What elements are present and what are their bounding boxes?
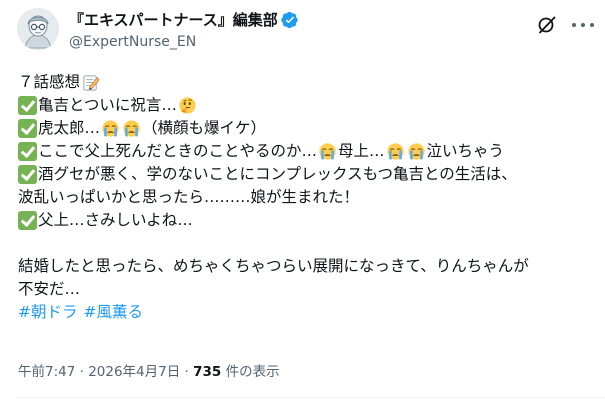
- tweet-line: 虎太郎… （横顔も爆イケ）: [18, 117, 593, 140]
- tweet-time[interactable]: 午前7:47: [18, 364, 75, 380]
- check-mark-emoji-icon: [18, 165, 37, 184]
- tweet-text-segment: 結婚したと思ったら、めちゃくちゃつらい展開になっきて、りんちゃんが: [18, 257, 529, 275]
- tweet-line: ここで父上死んだときのことやるのか… 母上… 泣いちゃう: [18, 140, 593, 163]
- crying-face-emoji-icon: [319, 143, 336, 160]
- tweet-line: ７話感想: [18, 71, 593, 94]
- tweet-text-segment: （横顔も爆イケ）: [142, 119, 267, 137]
- more-dot: [581, 23, 585, 27]
- tweet-line: 亀吉とついに祝言…: [18, 94, 593, 117]
- handle[interactable]: @ExpertNurse_EN: [69, 32, 299, 52]
- tweet-text-segment: 波乱いっぱいかと思ったら………娘が生まれた！: [18, 188, 360, 206]
- tweet-text-segment: 父上…さみしいよね…: [38, 211, 193, 229]
- tweet-line: 酒グセが悪く、学のないことにコンプレックスもつ亀吉との生活は、: [18, 163, 593, 186]
- tweet-line: 父上…さみしいよね…: [18, 209, 593, 232]
- tweet-text-segment: 虎太郎…: [38, 119, 101, 137]
- tweet-text-segment: ７話感想: [18, 73, 81, 91]
- divider: [17, 397, 605, 398]
- grok-icon[interactable]: [537, 15, 557, 35]
- views-label: 件の表示: [221, 364, 280, 380]
- check-mark-emoji-icon: [18, 142, 37, 161]
- thinking-face-emoji-icon: [179, 97, 196, 114]
- tweet-text-segment: 不安だ…: [18, 280, 81, 298]
- tweet-text-segment: ここで父上死んだときのことやるのか…: [38, 142, 318, 160]
- crying-face-emoji-icon: [123, 120, 140, 137]
- tweet-line: 不安だ…: [18, 278, 593, 301]
- hashtag-link[interactable]: #風薫る: [84, 301, 144, 324]
- more-dot: [590, 23, 594, 27]
- check-mark-emoji-icon: [18, 96, 37, 115]
- meta-separator: ·: [180, 364, 194, 380]
- hashtags-row: #朝ドラ #風薫る: [18, 301, 593, 324]
- memo-emoji-icon: [83, 75, 100, 91]
- crying-face-emoji-icon: [407, 143, 425, 160]
- meta-separator: ·: [75, 364, 89, 380]
- tweet-date[interactable]: 2026年4月7日: [88, 364, 180, 380]
- tweet-text-segment: 母上…: [338, 142, 385, 160]
- tweet-text-segment: 酒グセが悪く、学のないことにコンプレックスもつ亀吉との生活は、: [38, 165, 517, 183]
- tweet-line: 波乱いっぱいかと思ったら………娘が生まれた！: [18, 186, 593, 209]
- tweet-line: 結婚したと思ったら、めちゃくちゃつらい展開になっきて、りんちゃんが: [18, 255, 593, 278]
- more-dot: [572, 23, 576, 27]
- check-mark-emoji-icon: [18, 119, 37, 138]
- more-options-icon[interactable]: [572, 15, 594, 35]
- tweet-text-segment: 亀吉とついに祝言…: [38, 96, 177, 114]
- crying-face-emoji-icon: [102, 120, 119, 137]
- hashtag-link[interactable]: #朝ドラ: [18, 301, 78, 324]
- verified-badge-icon[interactable]: [281, 11, 299, 29]
- display-name-row: 『エキスパートナース』編集部: [69, 10, 299, 30]
- tweet-text: ７話感想 亀吉とついに祝言… 虎太郎… （横顔も爆イケ） ここで父上死んだときの…: [18, 71, 593, 324]
- author-block: 『エキスパートナース』編集部 @ExpertNurse_EN: [69, 10, 299, 52]
- tweet-meta: 午前7:47 · 2026年4月7日 · 735 件の表示: [18, 362, 280, 382]
- avatar-illustration-icon: [17, 8, 59, 50]
- crying-face-emoji-icon: [386, 143, 404, 160]
- tweet-text-segment: 泣いちゃう: [426, 142, 505, 160]
- views-count: 735: [193, 364, 222, 380]
- avatar[interactable]: [17, 8, 59, 50]
- display-name[interactable]: 『エキスパートナース』編集部: [69, 10, 278, 30]
- check-mark-emoji-icon: [18, 211, 37, 230]
- tweet: 『エキスパートナース』編集部 @ExpertNurse_EN ７話感想 亀吉とつ…: [0, 0, 605, 403]
